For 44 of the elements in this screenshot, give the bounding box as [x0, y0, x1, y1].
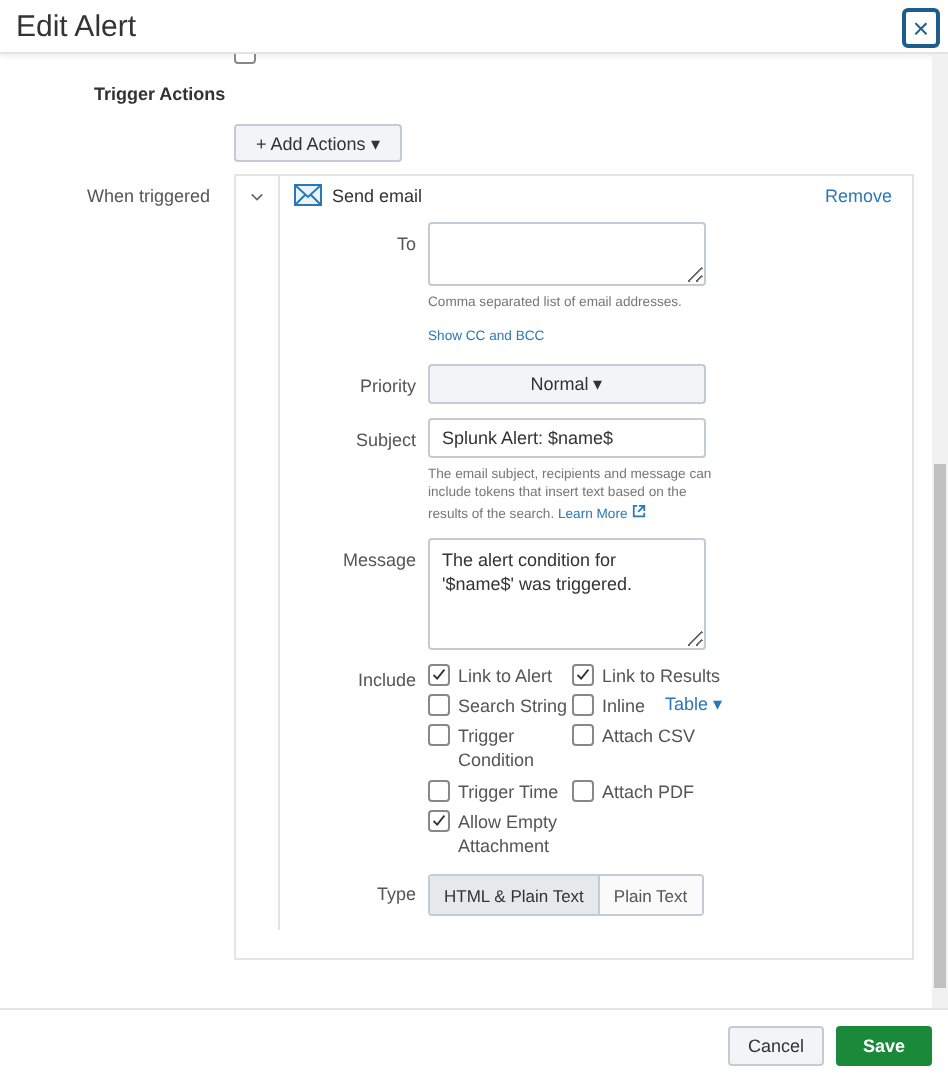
subject-field[interactable]: Splunk Alert: $name$: [428, 417, 706, 458]
window-title: Edit Alert: [16, 9, 137, 43]
field-label: When triggered: [86, 186, 210, 206]
checkbox-label: Search String: [458, 694, 568, 719]
checkbox[interactable]: [428, 809, 450, 832]
type-toggle[interactable]: HTML & Plain Text: [430, 876, 600, 915]
checkbox[interactable]: [572, 779, 594, 802]
action-title: Send email: [332, 185, 423, 205]
scrollbar[interactable]: [932, 54, 948, 1008]
checkbox-label: Link to Results: [602, 664, 721, 689]
field-label: Priority: [357, 373, 416, 396]
close-button[interactable]: ×: [902, 8, 940, 48]
table-dropdown[interactable]: Table ▾: [665, 694, 724, 715]
field-label: Message: [340, 548, 416, 571]
field-label: To: [394, 232, 416, 254]
cancel-button[interactable]: Cancel: [728, 1026, 824, 1066]
add-actions-button[interactable]: + Add Actions ▾: [234, 124, 403, 162]
message-field[interactable]: The alert condition for '$name$' was triggered.: [428, 538, 706, 651]
field-label: Include: [355, 668, 416, 691]
priority-dropdown[interactable]: Normal ▾: [428, 363, 706, 404]
checkbox[interactable]: [572, 724, 594, 747]
remove-link[interactable]: Remove: [824, 185, 892, 205]
checkbox-label: Attach CSV: [602, 724, 696, 749]
to-field[interactable]: [428, 222, 706, 286]
field-label: Type: [374, 882, 416, 905]
save-button[interactable]: Save: [836, 1026, 932, 1066]
type-toggle[interactable]: Plain Text: [599, 876, 702, 915]
checkbox-label: Trigger Time: [458, 779, 559, 804]
checkbox[interactable]: [428, 724, 450, 747]
checkbox[interactable]: [428, 694, 450, 717]
checkbox-label: Attach PDF: [602, 779, 695, 804]
checkbox[interactable]: [572, 694, 594, 717]
checkbox[interactable]: [428, 779, 450, 802]
checkbox-label: Link to Alert: [458, 664, 553, 689]
checkbox[interactable]: [428, 664, 450, 687]
checkbox-label: Inline: [602, 694, 646, 719]
field-label: Subject: [353, 427, 416, 450]
caret-icon[interactable]: [250, 192, 264, 202]
external-link-icon: [631, 503, 646, 518]
section-heading: Trigger Actions: [92, 84, 228, 104]
checkbox-label: Trigger Condition: [458, 724, 537, 774]
checkbox[interactable]: [572, 664, 594, 687]
envelope-icon: [294, 184, 322, 206]
checkbox-label: Allow Empty Attachment: [458, 809, 560, 859]
